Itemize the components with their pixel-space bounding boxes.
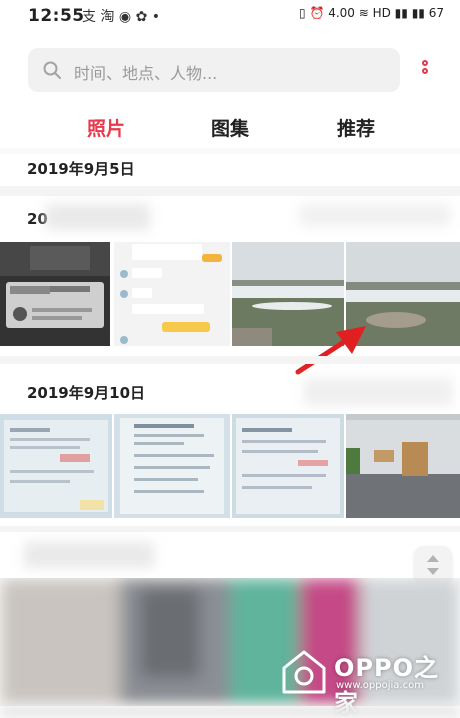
section-divider [0,526,460,532]
search-icon [43,61,61,79]
photo-device-label [0,242,110,346]
photo-thumbnail[interactable] [114,414,230,518]
status-bar: 12:55 支 淘 ◉ ✿ • ▯ ⏰ 4.00 ≋ HD ▮▮ ▮▮ 67 [0,0,460,32]
status-time: 12:55 [28,6,85,26]
search-placeholder: 时间、地点、人物... [74,64,218,83]
watermark: OPPO之家 www.oppojia.com [280,646,456,717]
blurred-region [0,706,460,717]
tab-albums[interactable]: 图集 [190,114,270,141]
status-indicators: ▯ ⏰ 4.00 ≋ HD ▮▮ ▮▮ 67 [299,6,444,20]
partial-date-header: 20 [27,210,48,228]
section-date: 2019年9月5日 [27,160,135,178]
section-divider [0,356,460,364]
photo-thumbnail[interactable] [232,414,344,518]
blurred-region [300,204,450,226]
photo-waterfall [232,242,344,346]
blurred-region [304,378,452,406]
photo-warehouse [346,414,460,518]
photo-thumbnail[interactable] [0,414,112,518]
photo-thumbnail[interactable] [0,242,110,346]
tab-recommended-label: 推荐 [336,118,375,140]
section-date: 2019年9月10日 [27,384,146,402]
tab-divider [0,148,460,154]
photo-monitor-screen [232,414,344,518]
search-bar[interactable]: 时间、地点、人物... [28,48,400,92]
watermark-url: www.oppojia.com [336,680,424,691]
photo-thumbnail[interactable] [346,242,460,346]
tab-recommended[interactable]: 推荐 [316,114,396,141]
photo-waterfall [346,242,460,346]
photo-thumbnail[interactable] [232,242,344,346]
section-divider [0,186,460,196]
blurred-region [46,204,150,230]
photo-monitor-screen [0,414,112,518]
tab-photos[interactable]: 照片 [66,114,146,151]
photo-chat-screenshot [114,242,230,346]
tab-albums-label: 图集 [210,118,249,140]
blurred-region [24,542,154,568]
status-app-icons: 支 淘 ◉ ✿ • [82,9,161,25]
photo-thumbnail[interactable] [346,414,460,518]
photo-monitor-screen [114,414,230,518]
more-vertical-icon[interactable] [418,58,432,84]
tab-photos-label: 照片 [86,118,125,140]
oppo-home-logo-icon [282,650,326,694]
photo-thumbnail[interactable] [114,242,230,346]
